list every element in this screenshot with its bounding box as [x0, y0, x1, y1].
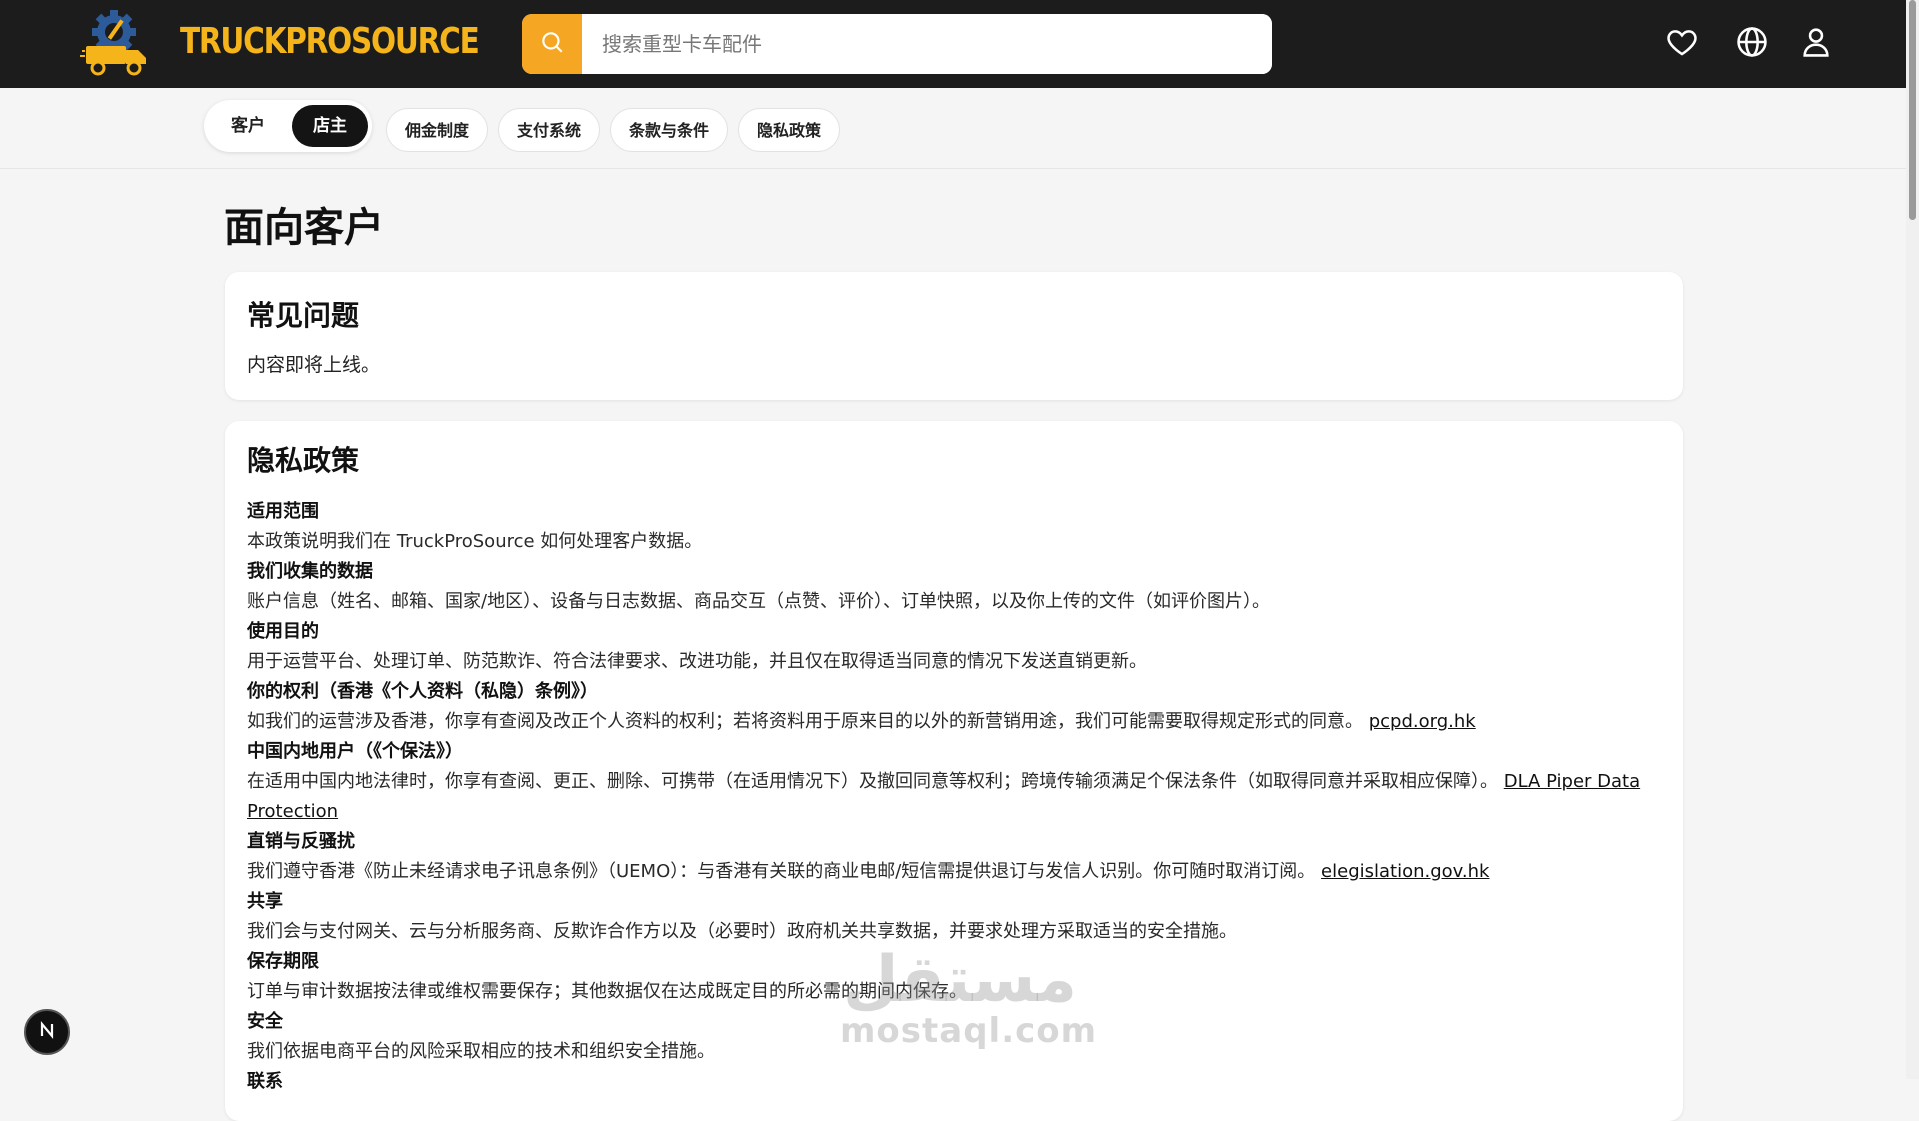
- section-text: 用于运营平台、处理订单、防范欺诈、符合法律要求、改进功能，并且仅在取得适当同意的…: [247, 651, 1147, 672]
- section-heading: 安全: [247, 1011, 283, 1032]
- section-text: 订单与审计数据按法律或维权需要保存；其他数据仅在达成既定目的所必需的期间内保存。: [247, 981, 967, 1002]
- section-text: 在适用中国内地法律时，你享有查阅、更正、删除、可携带（在适用情况下）及撤回同意等…: [247, 771, 1498, 792]
- faq-card: 常见问题 内容即将上线。: [225, 272, 1683, 400]
- brand-name[interactable]: TRUCKPROSOURCE: [180, 20, 480, 64]
- truck-gear-logo-icon[interactable]: [80, 10, 152, 78]
- privacy-card: 隐私政策 适用范围 本政策说明我们在 TruckProSource 如何处理客户…: [225, 421, 1683, 1121]
- section-text: 我们会与支付网关、云与分析服务商、反欺诈合作方以及（必要时）政府机关共享数据，并…: [247, 921, 1237, 942]
- account-button[interactable]: [1796, 24, 1836, 64]
- wishlist-button[interactable]: [1662, 24, 1702, 64]
- tab-payment-system[interactable]: 支付系统: [498, 108, 600, 152]
- tab-terms[interactable]: 条款与条件: [610, 108, 728, 152]
- section-heading: 使用目的: [247, 621, 319, 642]
- section-text: 本政策说明我们在 TruckProSource 如何处理客户数据。: [247, 531, 703, 552]
- section-heading: 适用范围: [247, 501, 319, 522]
- page-title: 面向客户: [224, 205, 384, 251]
- section-text: 我们遵守香港《防止未经请求电子讯息条例》（UEMO）：与香港有关联的商业电邮/短…: [247, 861, 1316, 882]
- section-text: 账户信息（姓名、邮箱、国家/地区）、设备与日志数据、商品交互（点赞、评价）、订单…: [247, 591, 1271, 612]
- section-heading: 我们收集的数据: [247, 561, 373, 582]
- elegislation-link[interactable]: elegislation.gov.hk: [1321, 861, 1489, 882]
- sub-navigation: 客户 店主 佣金制度 支付系统 条款与条件 隐私政策: [0, 88, 1906, 169]
- top-header: TRUCKPROSOURCE: [0, 0, 1906, 88]
- tab-privacy-policy[interactable]: 隐私政策: [738, 108, 840, 152]
- section-paragraph: 我们遵守香港《防止未经请求电子讯息条例》（UEMO）：与香港有关联的商业电邮/短…: [247, 857, 1657, 887]
- n-logo-icon: [37, 1020, 57, 1044]
- search-button[interactable]: [522, 14, 582, 74]
- privacy-sections: 适用范围 本政策说明我们在 TruckProSource 如何处理客户数据。 我…: [247, 497, 1657, 1097]
- search-icon: [539, 29, 565, 59]
- faq-text: 内容即将上线。: [247, 354, 381, 376]
- section-heading: 共享: [247, 891, 283, 912]
- globe-icon: [1735, 25, 1769, 63]
- section-heading: 直销与反骚扰: [247, 831, 355, 852]
- user-icon: [1799, 25, 1833, 63]
- language-button[interactable]: [1732, 24, 1772, 64]
- audience-toggle: 客户 店主: [204, 100, 372, 152]
- section-paragraph: 如我们的运营涉及香港，你享有查阅及改正个人资料的权利；若将资料用于原来目的以外的…: [247, 707, 1657, 737]
- tab-commission[interactable]: 佣金制度: [386, 108, 488, 152]
- section-heading: 你的权利（香港《个人资料（私隐）条例》）: [247, 681, 598, 702]
- search-input[interactable]: [582, 14, 1272, 74]
- scrollbar-thumb[interactable]: [1909, 0, 1916, 220]
- page-scrollbar[interactable]: [1906, 0, 1919, 1079]
- section-text: 我们依据电商平台的风险采取相应的技术和组织安全措施。: [247, 1041, 715, 1062]
- toggle-customer[interactable]: 客户: [210, 105, 286, 147]
- section-paragraph: 在适用中国内地法律时，你享有查阅、更正、删除、可携带（在适用情况下）及撤回同意等…: [247, 767, 1657, 827]
- section-heading: 中国内地用户（《个保法》）: [247, 741, 463, 762]
- section-text: 如我们的运营涉及香港，你享有查阅及改正个人资料的权利；若将资料用于原来目的以外的…: [247, 711, 1363, 732]
- section-heading: 保存期限: [247, 951, 319, 972]
- nextjs-dev-button[interactable]: [24, 1009, 70, 1055]
- faq-title: 常见问题: [247, 299, 360, 332]
- privacy-title: 隐私政策: [247, 444, 360, 477]
- search-bar: [522, 14, 1272, 74]
- heart-icon: [1665, 25, 1699, 63]
- section-heading: 联系: [247, 1071, 283, 1092]
- pcpd-link[interactable]: pcpd.org.hk: [1369, 711, 1476, 732]
- toggle-shop-owner[interactable]: 店主: [292, 105, 368, 147]
